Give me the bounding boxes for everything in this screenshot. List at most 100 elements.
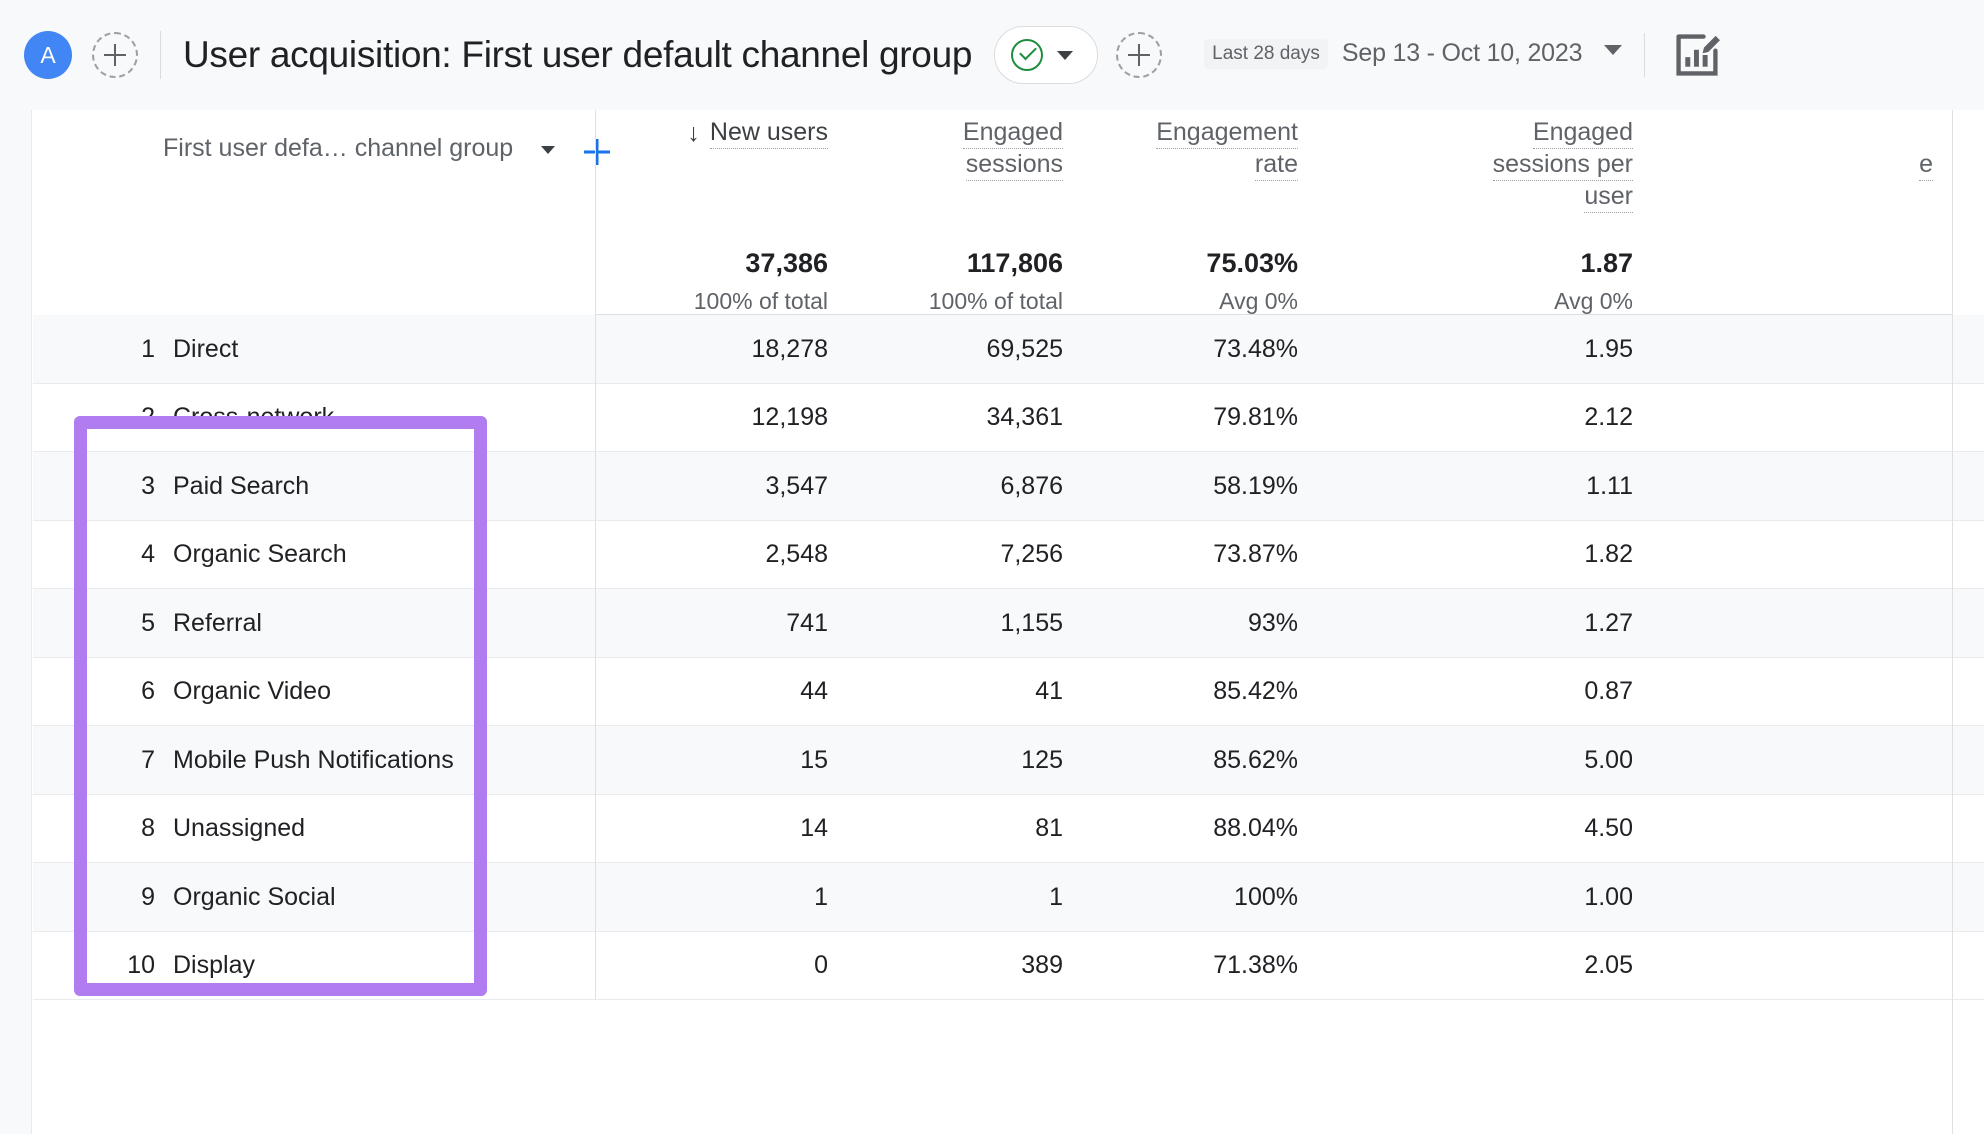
cell-engaged-sessions: 1,155 [1000, 608, 1063, 637]
totals-engaged-sessions-per-user: 1.87 Avg 0% [1318, 246, 1653, 318]
table-row[interactable]: 2 Cross-network 12,198 34,361 79.81% 2.12 [33, 383, 1984, 453]
header-divider-right [1644, 33, 1646, 77]
row-dimension-value[interactable]: Mobile Push Notifications [173, 726, 454, 795]
cell-engaged-sessions: 1 [1049, 882, 1063, 911]
table-row[interactable]: 5 Referral 741 1,155 93% 1.27 [33, 589, 1984, 658]
cell-engaged-sessions: 7,256 [1000, 540, 1063, 569]
cell-new-users: 1 [814, 882, 828, 911]
date-preset-chip: Last 28 days [1204, 39, 1328, 69]
table-row[interactable]: 4 Organic Search 2,548 7,256 73.87% 1.82 [33, 520, 1984, 590]
cell-new-users: 2,548 [765, 540, 828, 569]
row-dimension-value[interactable]: Referral [173, 589, 262, 658]
report-body: First user defa… channel group ↓ New user… [0, 110, 1984, 1134]
cell-engaged-sessions-per-user: 5.00 [1584, 745, 1633, 774]
column-header-label-line2: sessions per [1492, 150, 1633, 181]
table-row[interactable]: 6 Organic Video 44 41 85.42% 0.87 [33, 657, 1984, 727]
add-comparison-plus-icon[interactable] [1116, 32, 1163, 78]
table-rows: 1 Direct 18,278 69,525 73.48% 1.95 2 Cross-netw… [33, 315, 1984, 1000]
totals-new-users: 37,386 100% of total [595, 246, 848, 318]
table-row[interactable]: 1 Direct 18,278 69,525 73.48% 1.95 [33, 315, 1984, 384]
column-header-new-users[interactable]: ↓ New users [595, 110, 848, 149]
cell-engaged-sessions: 389 [1021, 951, 1063, 980]
totals-subtext: 100% of total [928, 288, 1063, 314]
row-index: 3 [141, 471, 155, 500]
sort-descending-icon: ↓ [687, 119, 700, 147]
date-range-text: Sep 13 - Oct 10, 2023 [1341, 39, 1583, 67]
totals-engaged-sessions: 117,806 100% of total [848, 246, 1083, 318]
row-column-separator-right [1952, 863, 1953, 932]
date-range-selector[interactable]: Last 28 days Sep 13 - Oct 10, 2023 [1204, 39, 1623, 71]
row-index: 8 [141, 814, 155, 843]
dimension-chevron-down-icon[interactable] [541, 146, 556, 154]
row-column-separator-right [1952, 657, 1953, 726]
row-column-separator-right [1952, 315, 1953, 384]
cell-engaged-sessions-per-user: 2.12 [1584, 403, 1633, 432]
chevron-down-icon[interactable] [1057, 50, 1074, 60]
cell-new-users: 18,278 [751, 334, 828, 363]
row-column-separator-right [1952, 726, 1953, 795]
cell-new-users: 0 [814, 951, 828, 980]
row-dimension-value[interactable]: Unassigned [173, 795, 305, 864]
column-header-label: Engaged [962, 118, 1063, 149]
cell-engagement-rate: 88.04% [1213, 814, 1298, 843]
row-dimension-value[interactable]: Display [173, 932, 255, 1001]
column-header-truncated[interactable]: e [1653, 110, 1953, 181]
column-header-label: New users [709, 118, 828, 149]
table-row[interactable]: 10 Display 0 389 71.38% 2.05 [33, 931, 1984, 1001]
column-header-engaged-sessions-per-user[interactable]: Engaged sessions per user [1318, 110, 1653, 213]
column-header-engaged-sessions[interactable]: Engaged sessions [848, 110, 1083, 181]
table-row[interactable]: 8 Unassigned 14 81 88.04% 4.50 [33, 794, 1984, 864]
row-dimension-value[interactable]: Direct [173, 315, 238, 384]
cell-engaged-sessions-per-user: 1.27 [1584, 608, 1633, 637]
table-row[interactable]: 7 Mobile Push Notifications 15 125 85.62% 5.0… [33, 726, 1984, 795]
row-column-separator-right [1952, 794, 1953, 863]
cell-engaged-sessions: 41 [1035, 677, 1063, 706]
column-header-label: e [1919, 150, 1933, 181]
cell-new-users: 14 [800, 814, 828, 843]
comparison-chip[interactable] [994, 26, 1099, 84]
cell-engaged-sessions-per-user: 1.00 [1584, 882, 1633, 911]
column-header-label-line2: sessions [965, 150, 1063, 181]
cell-engagement-rate: 85.62% [1213, 745, 1298, 774]
row-dimension-value[interactable]: Cross-network [173, 384, 334, 453]
cell-engagement-rate: 73.87% [1213, 540, 1298, 569]
table-row[interactable]: 9 Organic Social 1 1 100% 1.00 [33, 863, 1984, 932]
totals-engagement-rate: 75.03% Avg 0% [1083, 246, 1318, 318]
app-bar-left-cluster: A [0, 31, 138, 79]
cell-engagement-rate: 85.42% [1213, 677, 1298, 706]
date-chevron-down-icon[interactable] [1604, 45, 1623, 55]
cell-engagement-rate: 58.19% [1213, 471, 1298, 500]
row-column-separator-right [1952, 589, 1953, 658]
avatar[interactable]: A [24, 31, 72, 79]
table-row[interactable]: 3 Paid Search 3,547 6,876 58.19% 1.11 [33, 452, 1984, 521]
column-header-label-line2: rate [1254, 150, 1298, 181]
cell-engaged-sessions-per-user: 1.82 [1584, 540, 1633, 569]
row-dimension-value[interactable]: Organic Video [173, 658, 331, 727]
row-column-separator-right [1952, 452, 1953, 521]
add-account-plus-icon[interactable] [92, 32, 138, 78]
row-dimension-value[interactable]: Organic Search [173, 521, 347, 590]
cell-engaged-sessions-per-user: 2.05 [1584, 951, 1633, 980]
dimension-label[interactable]: First user defa… channel group [163, 134, 513, 163]
totals-subtext: Avg 0% [1219, 288, 1298, 314]
column-header-label: Engaged [1532, 118, 1633, 149]
column-header-label: Engagement [1156, 118, 1298, 149]
header-divider [160, 31, 161, 79]
column-header-label-line3: user [1584, 182, 1633, 213]
column-header-engagement-rate[interactable]: Engagement rate [1083, 110, 1318, 181]
cell-engaged-sessions: 34,361 [986, 403, 1063, 432]
totals-value: 37,386 [745, 248, 828, 278]
row-index: 9 [141, 882, 155, 911]
edit-report-icon[interactable] [1671, 29, 1723, 81]
left-gutter [0, 110, 32, 1134]
cell-engaged-sessions-per-user: 0.87 [1584, 677, 1633, 706]
row-dimension-value[interactable]: Organic Social [173, 863, 336, 932]
cell-engaged-sessions: 69,525 [986, 334, 1063, 363]
row-index: 4 [141, 540, 155, 569]
row-column-separator-right [1952, 383, 1953, 452]
app-bar: A User acquisition: First user default c… [0, 0, 1984, 110]
page-title: User acquisition: First user default cha… [183, 34, 973, 75]
totals-value: 75.03% [1206, 248, 1298, 278]
row-dimension-value[interactable]: Paid Search [173, 452, 309, 521]
cell-new-users: 741 [786, 608, 828, 637]
